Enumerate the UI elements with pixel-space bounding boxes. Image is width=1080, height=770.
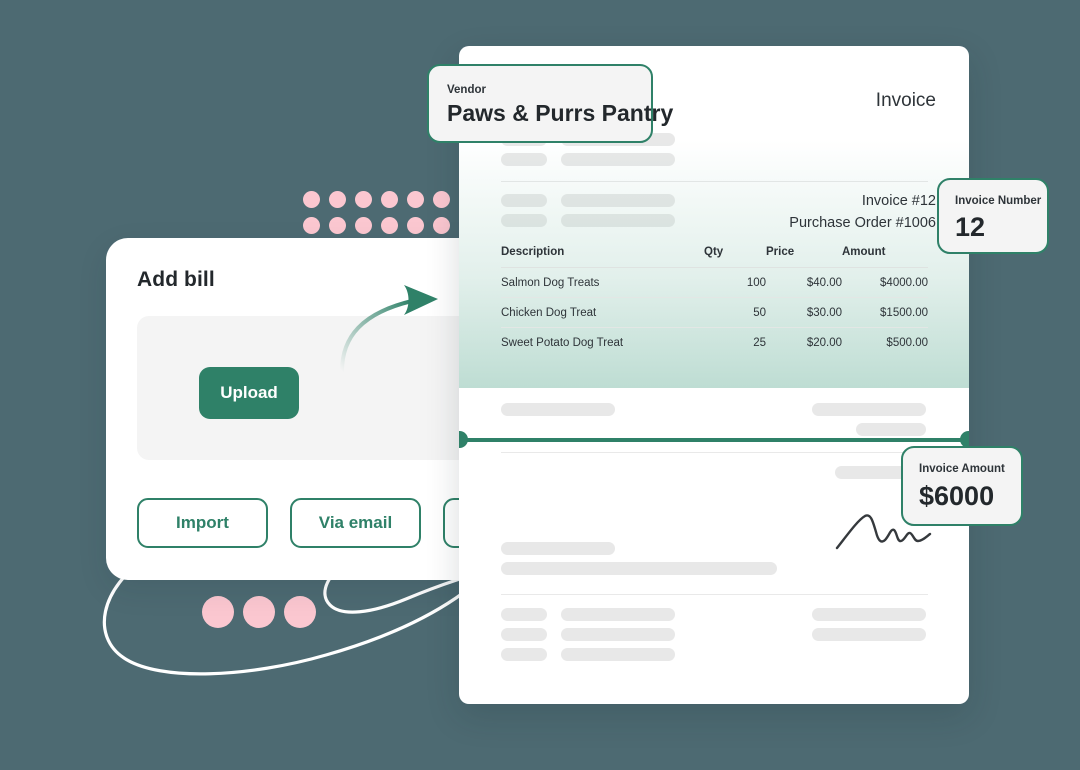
cell-amount: $4000.00 [842, 267, 928, 298]
skeleton-bar [501, 403, 615, 416]
skeleton-bar [501, 194, 547, 207]
vendor-callout-value: Paws & Purrs Pantry [447, 100, 674, 126]
upload-button[interactable]: Upload [199, 367, 299, 419]
table-header-row: Description Qty Price Amount [501, 246, 928, 268]
divider [501, 594, 928, 595]
skeleton-bar [561, 153, 675, 166]
skeleton-bar [501, 214, 547, 227]
cell-description: Chicken Dog Treat [501, 297, 704, 328]
skeleton-bar [561, 214, 675, 227]
pink-dot [381, 217, 398, 234]
import-button[interactable]: Import [137, 498, 268, 548]
invoice-heading: Invoice [875, 90, 936, 111]
pink-circles-decoration [202, 596, 316, 628]
skeleton-bar [812, 628, 926, 641]
cell-amount: $1500.00 [842, 297, 928, 328]
pink-dot [433, 217, 450, 234]
table-row: Sweet Potato Dog Treat 25 $20.00 $500.00 [501, 328, 928, 358]
skeleton-bar [501, 648, 547, 661]
column-header-amount: Amount [842, 246, 928, 268]
highlight-band-underline [459, 438, 969, 442]
vendor-callout-chip: Vendor Paws & Purrs Pantry [427, 64, 673, 143]
skeleton-bar [501, 562, 777, 575]
pink-dot [407, 217, 424, 234]
skeleton-bar [812, 608, 926, 621]
invoice-amount-callout-chip: Invoice Amount $6000 [901, 446, 1023, 526]
invoice-amount-callout-value: $6000 [919, 481, 995, 511]
invoice-number-line: Invoice #12 [861, 193, 936, 209]
pink-dot [407, 191, 424, 208]
pink-circle [284, 596, 316, 628]
pink-dot [355, 217, 372, 234]
illustration-stage: Add bill Import Via email Upload Invoice [0, 0, 1080, 770]
skeleton-bar [561, 648, 675, 661]
skeleton-bar [561, 628, 675, 641]
invoice-number-callout-value: 12 [955, 212, 986, 242]
cell-qty: 100 [704, 267, 766, 298]
pink-dot [433, 191, 450, 208]
pink-dot [303, 191, 320, 208]
skeleton-bar [561, 608, 675, 621]
divider [501, 452, 928, 453]
cell-price: $30.00 [766, 297, 842, 328]
table-row: Chicken Dog Treat 50 $30.00 $1500.00 [501, 297, 928, 328]
column-header-qty: Qty [704, 246, 766, 268]
invoice-amount-callout-label: Invoice Amount [919, 463, 1005, 475]
invoice-document: Invoice Invoice #12 Purchase Order #1006… [459, 46, 969, 704]
skeleton-bar [501, 542, 615, 555]
skeleton-bar [501, 153, 547, 166]
pink-dot [329, 191, 346, 208]
skeleton-bar [561, 194, 675, 207]
add-bill-title: Add bill [137, 268, 215, 291]
pink-circle [202, 596, 234, 628]
cell-qty: 50 [704, 297, 766, 328]
skeleton-bar [856, 423, 926, 436]
skeleton-bar [812, 403, 926, 416]
cell-amount: $500.00 [886, 337, 928, 349]
pink-circle [243, 596, 275, 628]
column-header-price: Price [766, 246, 842, 268]
invoice-number-callout-chip: Invoice Number 12 [937, 178, 1049, 254]
line-items-table: Description Qty Price Amount Salmon Dog … [501, 246, 928, 357]
purchase-order-line: Purchase Order #1006 [789, 215, 936, 231]
cell-description: Sweet Potato Dog Treat [501, 337, 624, 349]
vendor-callout-label: Vendor [447, 84, 486, 96]
skeleton-bar [501, 628, 547, 641]
cell-price: $20.00 [806, 337, 842, 349]
skeleton-bar [501, 608, 547, 621]
table-row: Salmon Dog Treats 100 $40.00 $4000.00 [501, 267, 928, 298]
column-header-description: Description [501, 246, 704, 268]
divider [501, 181, 928, 182]
cell-price: $40.00 [766, 267, 842, 298]
pink-dot [381, 191, 398, 208]
highlight-handle-left[interactable] [459, 431, 468, 448]
via-email-button[interactable]: Via email [290, 498, 421, 548]
pink-dot [303, 217, 320, 234]
cell-qty: 25 [753, 337, 766, 349]
pink-dot [355, 191, 372, 208]
invoice-number-callout-label: Invoice Number [955, 195, 1042, 207]
pink-dot [329, 217, 346, 234]
cell-description: Salmon Dog Treats [501, 267, 704, 298]
